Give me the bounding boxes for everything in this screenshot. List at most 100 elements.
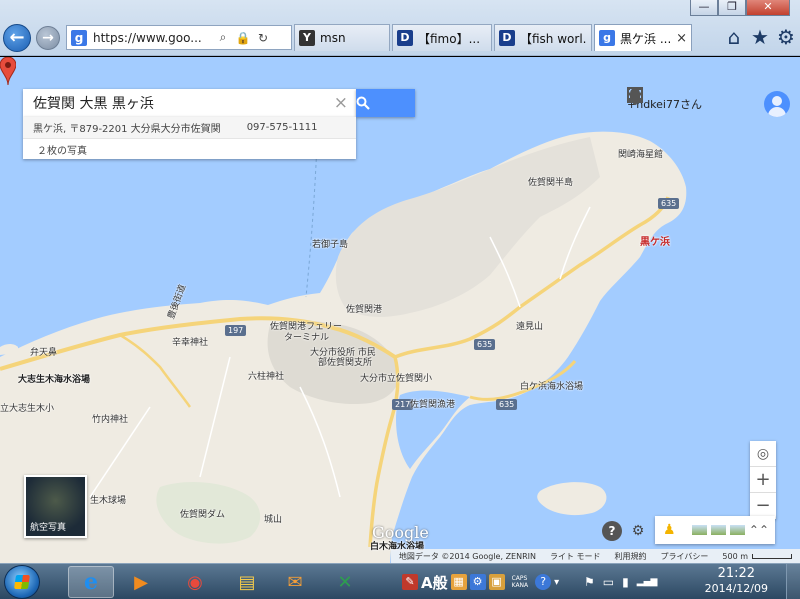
privacy-link[interactable]: プライバシー	[661, 551, 709, 562]
minimize-button[interactable]: —	[690, 0, 718, 16]
satellite-label: 航空写真	[30, 523, 67, 533]
settings-gear-icon[interactable]: ⚙	[776, 24, 796, 50]
location-pin-icon[interactable]	[0, 57, 16, 85]
lite-mode-link[interactable]: ライト モード	[550, 551, 601, 562]
tab-kurogahama[interactable]: g 黒ケ浜 ... ×	[594, 24, 692, 51]
result-address-row[interactable]: 黒ケ浜, 〒879-2201 大分県大分市佐賀関 097-575-1111	[23, 117, 356, 139]
maximize-button[interactable]: ❐	[718, 0, 746, 16]
place-label[interactable]: 佐賀関港	[346, 302, 382, 315]
back-button[interactable]: ←	[3, 24, 31, 52]
place-label[interactable]: 関崎海星館	[618, 147, 663, 160]
scale-label: 500 m	[722, 551, 748, 561]
ime-box-icon[interactable]: ▣	[488, 574, 505, 590]
ie-icon: e	[84, 569, 98, 595]
route-shield: 197	[225, 325, 247, 336]
start-button[interactable]	[4, 565, 40, 599]
imagery-thumb[interactable]	[710, 525, 726, 535]
ime-mode[interactable]: A般	[421, 572, 448, 593]
search-query[interactable]: 佐賀関 大黒 黒ヶ浜	[33, 93, 154, 113]
browser-chrome: — ❐ ✕ ← → g https://www.goo... ⌕ 🔒 ↻ Y m…	[0, 0, 800, 56]
place-label[interactable]: 生木球場	[90, 493, 126, 506]
island	[537, 482, 607, 516]
tab-msn[interactable]: Y msn	[294, 24, 390, 51]
place-label[interactable]: ターミナル	[284, 330, 329, 343]
satellite-toggle[interactable]: 航空写真	[24, 475, 87, 538]
avatar-icon[interactable]	[764, 91, 790, 117]
favorites-icon[interactable]: ★	[750, 24, 770, 50]
place-label[interactable]: 大分市立佐賀関小	[360, 371, 432, 384]
ime-pen-icon[interactable]: ✎	[402, 574, 418, 590]
street-view-bar[interactable]: ♟ ⌃⌃	[655, 516, 775, 544]
map-attribution: 地図データ ©2014 Google, ZENRIN ライト モード 利用規約 …	[0, 549, 800, 563]
place-label[interactable]: 佐賀関漁港	[410, 397, 455, 410]
outlook-icon: ✉	[287, 571, 303, 593]
maps-search-button[interactable]	[356, 89, 415, 117]
map-canvas[interactable]: 関崎海星館 佐賀関半島 若御子島 佐賀関港 佐賀関港フェリー ターミナル 197…	[0, 57, 800, 563]
route-shield: 635	[474, 339, 496, 350]
address-bar[interactable]: g https://www.goo... ⌕ 🔒 ↻	[66, 25, 292, 50]
result-phone[interactable]: 097-575-1111	[247, 122, 318, 133]
place-label[interactable]: 佐賀関半島	[528, 175, 573, 188]
tab-label: 【fimo】...	[418, 31, 481, 46]
media-player-taskbar-button[interactable]: ▶	[118, 566, 164, 598]
tab-fishworld[interactable]: D 【fish worl...	[494, 24, 592, 51]
address-url[interactable]: https://www.goo...	[93, 31, 213, 45]
account-bar: +hdkei77さん	[627, 87, 800, 121]
scale-bar[interactable]: 500 m	[722, 552, 792, 561]
show-desktop-button[interactable]	[786, 564, 800, 599]
ime-bar: ✎ A般 ▦ ⚙ ▣ CAPS KANA ? ▾	[402, 564, 559, 599]
action-center-icon[interactable]: ⚑	[584, 575, 595, 589]
battery-icon[interactable]: ▮	[622, 575, 629, 589]
place-label[interactable]: 弁天鼻	[30, 345, 57, 358]
help-icon[interactable]: ?	[602, 521, 622, 541]
place-label[interactable]: 竹内神社	[92, 412, 128, 425]
clock[interactable]: 21:22 2014/12/09	[705, 566, 768, 596]
place-label[interactable]: 佐賀関ダム	[180, 507, 225, 520]
imagery-thumb[interactable]	[729, 525, 745, 535]
ime-help-icon[interactable]: ?	[535, 574, 552, 590]
display-icon[interactable]: ▭	[603, 575, 614, 589]
chrome-taskbar-button[interactable]: ◉	[172, 566, 218, 598]
place-label[interactable]: 辛幸神社	[172, 335, 208, 348]
outlook-taskbar-button[interactable]: ✉	[272, 566, 318, 598]
tray-expand-icon[interactable]: ▾	[554, 577, 559, 588]
imagery-thumb[interactable]	[691, 525, 707, 535]
place-label[interactable]: 遠見山	[516, 319, 543, 332]
marker-label[interactable]: 黒ケ浜	[640, 233, 670, 248]
settings-icon[interactable]: ⚙	[628, 521, 648, 541]
ime-dict-icon[interactable]: ▦	[450, 574, 467, 590]
ie-taskbar-button[interactable]: e	[68, 566, 114, 598]
forward-button[interactable]: →	[36, 26, 60, 50]
expand-chevron-icon[interactable]: ⌃⌃	[749, 523, 769, 537]
terms-link[interactable]: 利用規約	[615, 551, 647, 562]
clear-search-icon[interactable]: ×	[334, 93, 348, 113]
ime-tool-icon[interactable]: ⚙	[469, 574, 486, 590]
maps-search-input[interactable]: 佐賀関 大黒 黒ヶ浜 ×	[23, 89, 356, 117]
pegman-icon[interactable]: ♟	[663, 522, 676, 538]
close-tab-icon[interactable]: ×	[670, 31, 687, 46]
home-icon[interactable]: ⌂	[724, 24, 744, 50]
fimo-icon: D	[397, 30, 413, 46]
refresh-icon[interactable]: ↻	[253, 31, 273, 45]
lock-icon[interactable]: 🔒	[233, 31, 253, 45]
tab-fimo[interactable]: D 【fimo】...	[392, 24, 492, 51]
my-location-icon[interactable]: ◎	[750, 441, 776, 467]
search-result-card[interactable]: 黒ケ浜, 〒879-2201 大分県大分市佐賀関 097-575-1111 ２枚…	[23, 117, 356, 159]
place-label[interactable]: 大志生木海水浴場	[18, 372, 90, 385]
tab-label: msn	[320, 31, 346, 45]
excel-taskbar-button[interactable]: ✕	[322, 566, 368, 598]
signal-icon[interactable]: ▂▄▆	[637, 577, 658, 587]
map-data-credit: 地図データ ©2014 Google, ZENRIN	[398, 551, 536, 561]
place-label[interactable]: 六柱神社	[248, 369, 284, 382]
place-label[interactable]: 立大志生木小	[0, 401, 54, 414]
close-window-button[interactable]: ✕	[746, 0, 790, 16]
place-label[interactable]: 城山	[264, 512, 282, 525]
route-shield: 635	[496, 399, 518, 410]
zoom-in-button[interactable]: +	[750, 467, 776, 493]
place-label[interactable]: 白ケ浜海水浴場	[520, 379, 583, 392]
explorer-taskbar-button[interactable]: ▤	[224, 566, 270, 598]
place-label[interactable]: 若御子島	[312, 237, 348, 250]
result-photos[interactable]: ２枚の写真	[23, 139, 356, 159]
search-icon[interactable]: ⌕	[213, 30, 233, 45]
place-label[interactable]: 部佐賀関支所	[318, 355, 372, 368]
